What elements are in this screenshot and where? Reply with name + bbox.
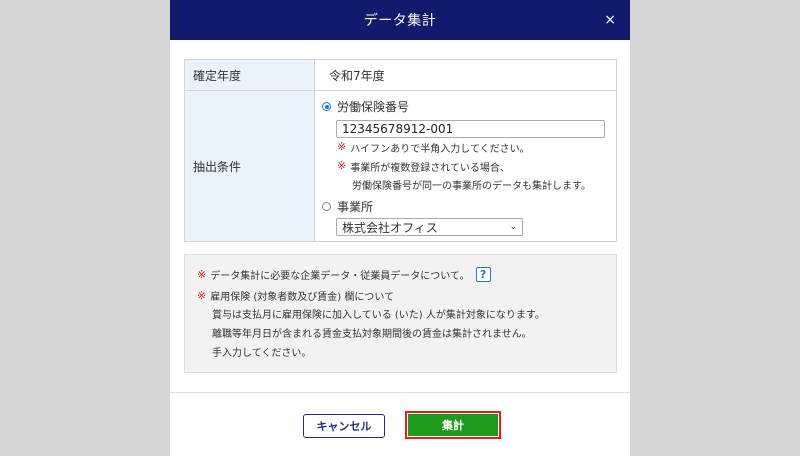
year-label: 確定年度 (184, 59, 315, 91)
conditions-table: 確定年度 令和7年度 抽出条件 労働保険番号 ※ ハイフンありで半角入力してくだ… (184, 59, 617, 242)
dialog-header: データ集計 × (170, 0, 630, 40)
info-box: ※ データ集計に必要な企業データ・従業員データについて。 ? ※ 雇用保険 (対… (184, 254, 617, 373)
year-row: 確定年度 令和7年度 (184, 59, 617, 91)
footer-divider (170, 392, 630, 393)
info-line-data-text: データ集計に必要な企業データ・従業員データについて。 (210, 271, 470, 282)
dialog-title: データ集計 (363, 13, 437, 29)
data-aggregation-dialog: データ集計 × 確定年度 令和7年度 抽出条件 労働保険番号 ※ ハイフンありで… (170, 0, 630, 456)
radio-unchecked-icon[interactable] (322, 202, 331, 211)
office-select-value: 株式会社オフィス (342, 220, 438, 235)
multi-office-note-text: 事業所が複数登録されている場合、 (350, 163, 510, 174)
radio-office-label: 事業所 (337, 200, 374, 214)
note-asterisk: ※ (337, 159, 347, 172)
insurance-number-input[interactable] (336, 120, 605, 138)
info-line-manual-text: 手入力してください。 (212, 348, 312, 359)
info-line-separation: 離職等年月日が含まれる賃金支払対象期間後の賃金は集計されません。 (212, 325, 532, 340)
info-line-bonus: 賞与は支払月に雇用保険に加入している (いた) 人が集計対象になります。 (212, 306, 545, 321)
info-line-insurance-text: 雇用保険 (対象者数及び賃金) 欄について (210, 292, 395, 303)
radio-insurance-number[interactable]: 労働保険番号 (322, 98, 409, 115)
hyphen-note-text: ハイフンありで半角入力してください。 (350, 144, 530, 155)
radio-checked-icon[interactable] (322, 102, 331, 111)
office-select[interactable]: 株式会社オフィス ⌄ (336, 218, 523, 236)
radio-insurance-number-label: 労働保険番号 (337, 100, 410, 114)
aggregate-button[interactable]: 集計 (408, 414, 498, 436)
condition-row: 抽出条件 労働保険番号 ※ ハイフンありで半角入力してください。 ※ 事業所が複… (184, 90, 617, 242)
info-asterisk: ※ (197, 289, 207, 302)
info-line-manual: 手入力してください。 (212, 344, 311, 359)
multi-office-note-cont: 労働保険番号が同一の事業所のデータも集計します。 (352, 177, 591, 192)
help-icon[interactable]: ? (475, 267, 491, 282)
info-line-data: ※ データ集計に必要な企業データ・従業員データについて。 ? (197, 267, 491, 282)
year-value: 令和7年度 (314, 59, 617, 91)
multi-office-note-text2: 労働保険番号が同一の事業所のデータも集計します。 (352, 181, 591, 192)
condition-options: 労働保険番号 ※ ハイフンありで半角入力してください。 ※ 事業所が複数登録され… (314, 90, 617, 242)
condition-label: 抽出条件 (184, 90, 315, 242)
hyphen-note: ※ ハイフンありで半角入力してください。 (337, 140, 530, 155)
info-line-bonus-text: 賞与は支払月に雇用保険に加入している (いた) 人が集計対象になります。 (212, 310, 545, 321)
close-icon[interactable]: × (604, 11, 616, 29)
info-line-separation-text: 離職等年月日が含まれる賃金支払対象期間後の賃金は集計されません。 (212, 329, 532, 340)
note-asterisk: ※ (337, 140, 347, 153)
radio-office[interactable]: 事業所 (322, 198, 373, 215)
chevron-down-icon: ⌄ (509, 222, 517, 232)
multi-office-note: ※ 事業所が複数登録されている場合、 (337, 159, 510, 174)
cancel-button[interactable]: キャンセル (303, 414, 385, 438)
info-asterisk: ※ (197, 268, 207, 281)
info-line-insurance: ※ 雇用保険 (対象者数及び賃金) 欄について (197, 288, 394, 303)
